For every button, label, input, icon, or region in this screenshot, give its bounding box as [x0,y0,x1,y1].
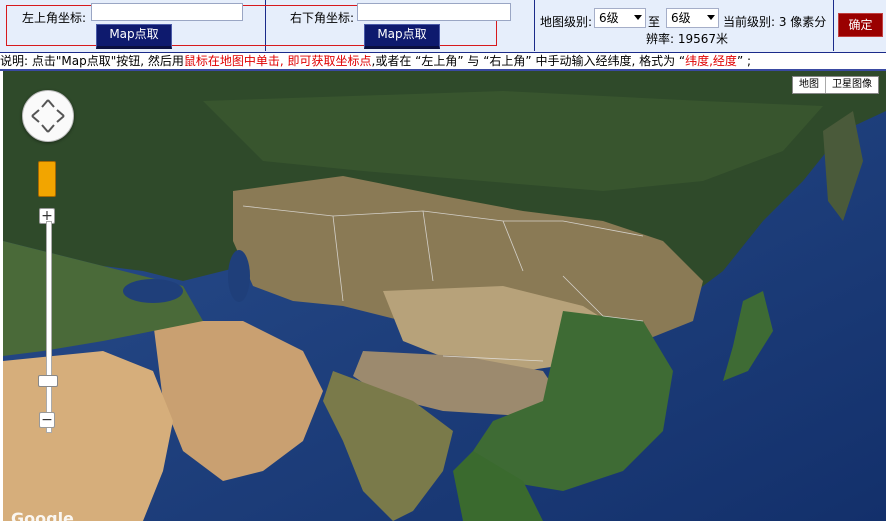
instruction-highlight-click: 鼠标在地图中单击, 即可获取坐标点 [183,54,372,68]
level-to-value: 6级 [671,11,691,25]
pan-arrows-icon [31,99,65,133]
confirm-button[interactable]: 确定 [838,13,883,37]
zoom-out-button[interactable]: − [39,412,55,428]
instruction-highlight-format: 纬度,经度 [685,54,737,68]
current-level-text: 当前级别: 3 像素分 [723,15,827,29]
query-panel: 左上角坐标: Map点取 右下角坐标: Map点取 地图级别: 6级 至 6级 … [0,0,886,52]
chevron-down-icon [634,15,642,20]
level-from-select[interactable]: 6级 [594,8,646,28]
instruction-bar: 说明: 点击"Map点取"按钮, 然后用鼠标在地图中单击, 即可获取坐标点,或者… [0,52,886,70]
chevron-down-icon [707,15,715,20]
zoom-slider-track[interactable] [46,221,52,433]
street-view-pegman-icon[interactable] [38,161,56,197]
level-to-label: 至 [648,15,661,29]
instruction-text-2: ,或者在 “左上角” 与 “右上角” 中手动输入经纬度, 格式为 “ [371,54,686,68]
map-level-label: 地图级别: [540,15,593,29]
map-type-map-button[interactable]: 地图 [793,77,825,93]
map-type-switcher: 地图 卫星图像 [792,76,879,94]
top-left-label: 左上角坐标: [22,11,87,25]
map-type-satellite-button[interactable]: 卫星图像 [825,77,878,93]
level-to-select[interactable]: 6级 [666,8,719,28]
pan-control[interactable] [22,90,74,142]
instruction-text-1: 说明: 点击"Map点取"按钮, 然后用 [0,54,184,68]
bottom-right-map-pick-button[interactable]: Map点取 [364,24,440,49]
zoom-slider-handle[interactable] [38,375,58,387]
top-left-map-pick-button[interactable]: Map点取 [96,24,172,49]
satellite-map[interactable]: 地图 卫星图像 + − Google [3,71,886,521]
bottom-right-label: 右下角坐标: [290,11,355,25]
resolution-text: 辨率: 19567米 [646,32,729,46]
instruction-text-3: ” ; [736,54,752,68]
satellite-imagery [3,71,886,521]
google-logo: Google [11,509,74,521]
bottom-right-coordinate-input[interactable] [357,3,511,21]
top-left-coordinate-input[interactable] [91,3,243,21]
level-from-value: 6级 [599,11,619,25]
